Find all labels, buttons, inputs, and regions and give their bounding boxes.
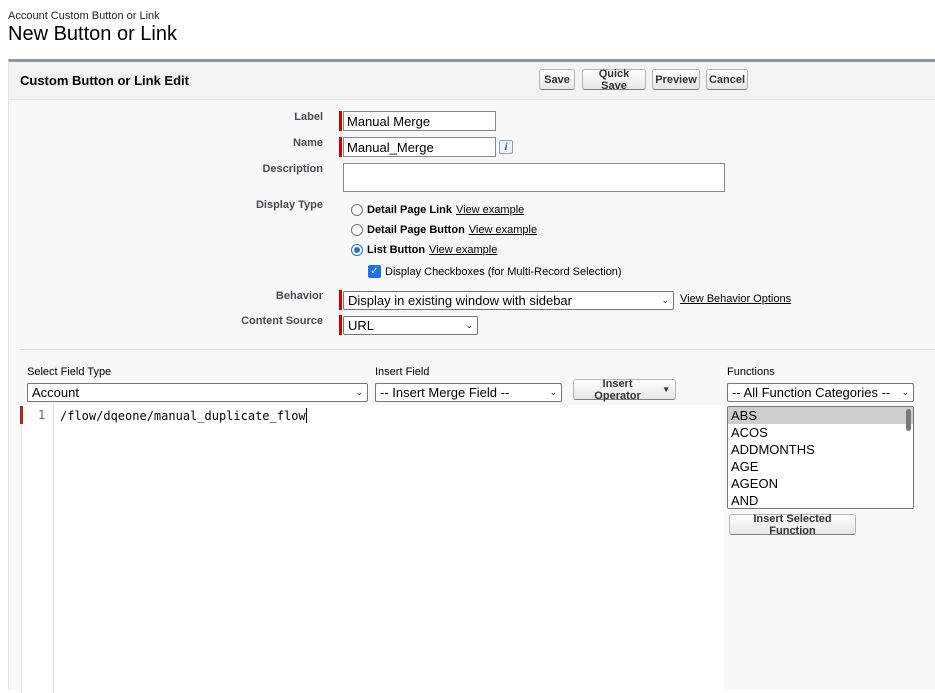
label-required-indicator [339,111,342,131]
display-type-detail-page-button[interactable]: Detail Page Button View example [351,224,537,236]
behavior-required-indicator [339,290,342,310]
editor-gutter: 1 [20,405,54,693]
view-example-link[interactable]: View example [456,204,524,216]
chevron-down-icon: ⌄ [355,387,363,397]
label-field-label: Label [294,111,323,123]
function-item[interactable]: ADDMONTHS [728,441,913,458]
radio-label: Detail Page Button [367,224,465,236]
chevron-down-icon: ⌄ [661,295,669,305]
info-icon[interactable]: i [499,140,513,154]
radio-detail-page-link[interactable] [351,204,363,216]
code-text: /flow/dqeone/manual_duplicate_flow [60,409,306,423]
chevron-down-icon: ⌄ [465,320,473,330]
insert-field-value: -- Insert Merge Field -- [380,385,510,400]
quick-save-button[interactable]: Quick Save [582,68,646,92]
radio-label: List Button [367,244,426,256]
function-item[interactable]: AGEON [728,475,913,492]
panel-header: Custom Button or Link Edit Save Quick Sa… [9,62,935,100]
cancel-button[interactable]: Cancel [706,69,748,90]
preview-button[interactable]: Preview [652,69,700,90]
insert-selected-function-button[interactable]: Insert Selected Function [729,513,856,537]
select-field-type-value: Account [32,385,79,400]
select-field-type-select[interactable]: Account ⌄ [27,383,368,402]
functions-label: Functions [727,366,775,378]
functions-listbox[interactable]: ABS ACOS ADDMONTHS AGE AGEON AND [727,406,914,509]
page-title: New Button or Link [8,23,177,45]
insert-operator-label: Insert Operator [594,377,641,402]
content-source-select[interactable]: URL ⌄ [343,316,478,335]
function-category-select[interactable]: -- All Function Categories -- ⌄ [727,383,914,402]
line-number: 1 [38,408,46,422]
behavior-select-value: Display in existing window with sidebar [348,293,572,308]
radio-detail-page-button[interactable] [351,224,363,236]
display-checkboxes-checkbox[interactable]: ✓ [368,265,381,278]
function-category-value: -- All Function Categories -- [732,385,891,400]
view-example-link[interactable]: View example [469,224,537,236]
name-input[interactable] [343,137,496,157]
chevron-down-icon: ⌄ [549,387,557,397]
view-behavior-options-link[interactable]: View Behavior Options [680,293,791,305]
page-header: Account Custom Button or Link New Button… [8,10,177,46]
display-type-detail-page-link[interactable]: Detail Page Link View example [351,204,524,216]
radio-list-button[interactable] [351,244,363,256]
name-required-indicator [339,137,342,157]
display-checkboxes-row[interactable]: ✓ Display Checkboxes (for Multi-Record S… [368,265,622,278]
behavior-select[interactable]: Display in existing window with sidebar … [343,291,674,310]
content-source-select-value: URL [348,318,375,333]
save-button[interactable]: Save [539,69,575,90]
chevron-down-icon: ⌄ [901,387,909,397]
dropdown-arrow-icon: ▼ [662,385,670,394]
description-textarea[interactable] [343,163,725,192]
label-input[interactable] [343,111,496,131]
text-caret [305,408,307,423]
function-item[interactable]: ABS [728,407,913,424]
view-example-link[interactable]: View example [429,244,497,256]
formula-code-editor[interactable]: 1 /flow/dqeone/manual_duplicate_flow [20,405,724,693]
name-field-label: Name [293,137,323,149]
description-field-label: Description [262,163,323,175]
section-divider [20,349,935,350]
insert-field-label: Insert Field [375,366,430,378]
content-source-required-indicator [339,315,342,335]
content-source-label: Content Source [241,315,323,327]
insert-field-select[interactable]: -- Insert Merge Field -- ⌄ [375,383,562,402]
function-item[interactable]: ACOS [728,424,913,441]
insert-operator-button[interactable]: Insert Operator ▼ [573,377,676,402]
listbox-scrollbar[interactable] [906,409,911,431]
function-item[interactable]: AND [728,492,913,508]
code-line[interactable]: /flow/dqeone/manual_duplicate_flow [60,408,307,423]
behavior-label: Behavior [275,290,323,302]
page-subtitle: Account Custom Button or Link [8,10,160,22]
edit-panel: Custom Button or Link Edit Save Quick Sa… [8,59,935,693]
function-item[interactable]: AGE [728,458,913,475]
panel-title: Custom Button or Link Edit [20,73,189,88]
line-error-marker [20,406,23,424]
display-checkboxes-label: Display Checkboxes (for Multi-Record Sel… [385,265,622,278]
display-type-list-button[interactable]: List Button View example [351,244,497,256]
radio-label: Detail Page Link [367,204,452,216]
display-type-label: Display Type [255,199,323,211]
select-field-type-label: Select Field Type [27,366,112,378]
